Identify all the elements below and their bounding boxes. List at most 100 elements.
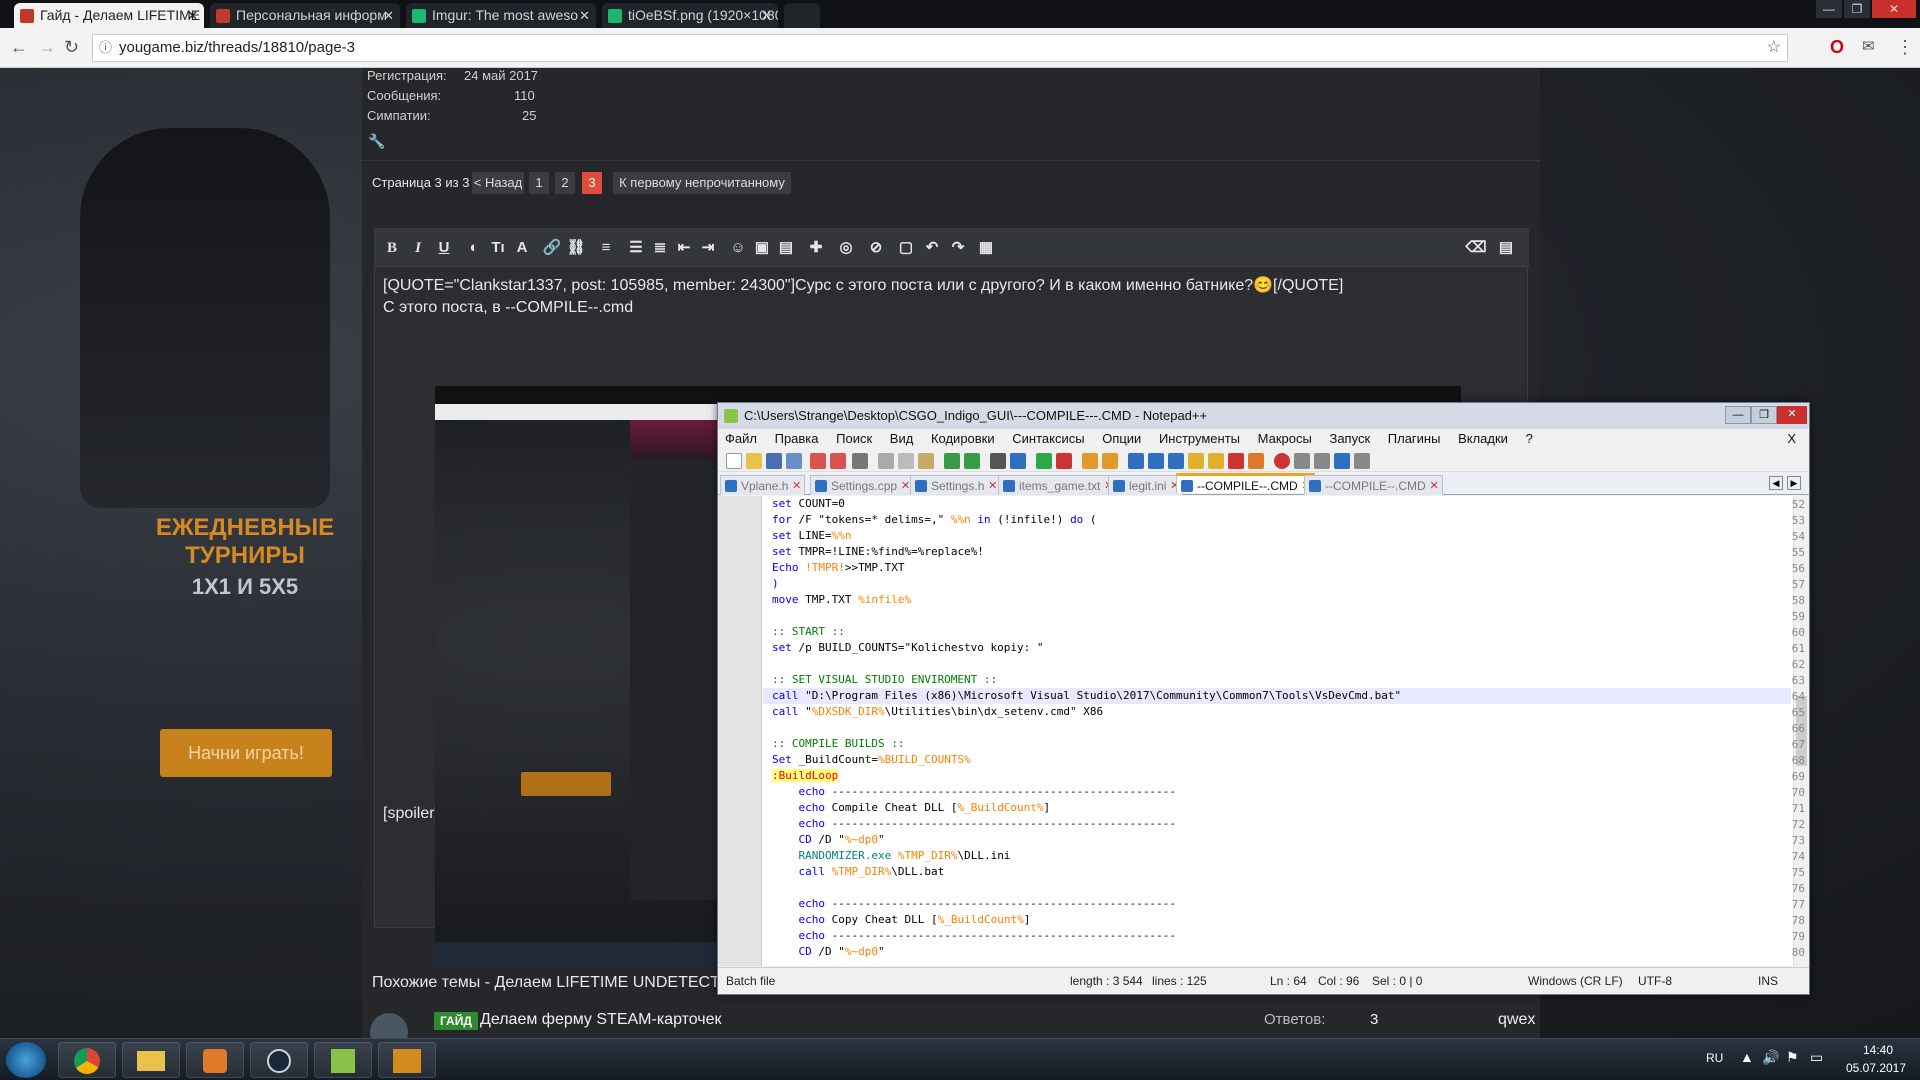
menu-file[interactable]: Файл (718, 429, 764, 449)
wrench-icon[interactable]: 🔧 (368, 133, 385, 150)
volume-icon[interactable]: 🔊 (1762, 1049, 1779, 1066)
record-macro-icon[interactable] (1274, 453, 1290, 469)
tray-arrow-icon[interactable]: ▲ (1740, 1049, 1754, 1065)
paste-icon[interactable] (918, 453, 934, 469)
maximize-icon[interactable]: ❐ (1751, 406, 1777, 424)
menu-macro[interactable]: Макросы (1251, 429, 1319, 449)
browser-tab-3[interactable]: Imgur: The most aweso ✕ (406, 3, 596, 28)
close-file-icon[interactable] (810, 453, 826, 469)
undo-icon[interactable]: ↶ (921, 237, 943, 259)
menu-run[interactable]: Запуск (1322, 429, 1377, 449)
zoom-out-icon[interactable] (1056, 453, 1072, 469)
save-icon[interactable] (766, 453, 782, 469)
redo-icon[interactable]: ↷ (947, 237, 969, 259)
notepadpp-taskbar-icon[interactable] (314, 1042, 372, 1078)
browser-tab-2[interactable]: Персональная информ ✕ (210, 3, 400, 28)
steam-taskbar-icon[interactable] (250, 1042, 308, 1078)
open-file-icon[interactable] (746, 453, 762, 469)
save-draft-icon[interactable]: ▢ (895, 237, 917, 259)
font-icon[interactable]: A (511, 237, 533, 259)
underline-icon[interactable]: U (433, 237, 455, 259)
menu-tools[interactable]: Инструменты (1152, 429, 1247, 449)
pagination-prev[interactable]: < Назад (472, 172, 524, 194)
cut-icon[interactable] (878, 453, 894, 469)
menu-edit[interactable]: Правка (768, 429, 826, 449)
forward-arrow-icon[interactable]: → (38, 37, 56, 58)
link-icon[interactable]: 🔗 (541, 237, 563, 259)
insert-icon[interactable]: ✚ (805, 237, 827, 259)
battery-icon[interactable]: ▭ (1810, 1049, 1823, 1066)
close-icon[interactable]: ✕ (383, 3, 394, 28)
smiley-icon[interactable]: ☺ (727, 237, 749, 259)
align-icon[interactable]: ≡ (595, 237, 617, 259)
file-tab-compile-2[interactable]: --COMPILE--.CMD ✕ (1304, 475, 1443, 495)
eraser-icon[interactable]: ⌫ (1465, 237, 1487, 259)
address-bar[interactable]: ⓘ yougame.biz/threads/18810/page-3 ☆ (92, 34, 1788, 62)
file-tab-compile-active[interactable]: --COMPILE--.CMD✕ (1176, 473, 1315, 493)
bullet-list-icon[interactable]: ☰ (625, 237, 647, 259)
maximize-icon[interactable]: ❐ (1844, 0, 1870, 18)
editor-spoiler-tag[interactable]: [spoiler] (383, 805, 439, 823)
bold-icon[interactable]: B (381, 237, 403, 259)
monitor-icon[interactable] (1248, 453, 1264, 469)
menu-language[interactable]: Синтаксисы (1005, 429, 1091, 449)
new-file-icon[interactable] (726, 453, 742, 469)
first-unread-button[interactable]: К первому непрочитанному (613, 172, 791, 194)
doc-map-icon[interactable] (1188, 453, 1204, 469)
file-tab-settings-cpp[interactable]: Settings.cpp ✕ (810, 475, 915, 496)
close-icon[interactable]: ✕ (792, 476, 801, 496)
menu-encoding[interactable]: Кодировки (924, 429, 1002, 449)
start-button[interactable] (6, 1042, 46, 1078)
run-macro-multiple-icon[interactable] (1334, 453, 1350, 469)
network-icon[interactable]: ⚑ (1786, 1049, 1799, 1066)
close-icon[interactable]: ✕ (579, 3, 590, 28)
function-list-icon[interactable] (1208, 453, 1224, 469)
browser-tab-4[interactable]: tiOeBSf.png (1920×1080 ✕ (602, 3, 778, 28)
csgo-taskbar-icon[interactable] (378, 1042, 436, 1078)
close-icon[interactable]: ✕ (901, 476, 910, 496)
color-icon[interactable]: ◐ (463, 237, 485, 259)
star-icon[interactable]: ☆ (1767, 35, 1781, 61)
menu-kebab-icon[interactable]: ⋮ (1896, 37, 1914, 58)
wrap-icon[interactable] (1128, 453, 1144, 469)
extension-icon[interactable]: ✉ (1862, 37, 1875, 55)
copy-icon[interactable] (898, 453, 914, 469)
clock-date[interactable]: 05.07.2017 (1838, 1061, 1914, 1075)
menu-help[interactable]: ? (1519, 429, 1540, 449)
close-window-icon[interactable]: ✕ (1872, 0, 1916, 18)
table-icon[interactable]: ▦ (975, 237, 997, 259)
indent-icon[interactable]: ⇥ (697, 237, 719, 259)
pagination-page-1[interactable]: 1 (529, 172, 549, 194)
reload-icon[interactable]: ↻ (64, 37, 79, 58)
thread-title-link[interactable]: Делаем ферму STEAM-карточек (480, 1011, 722, 1029)
close-icon[interactable]: ✕ (1429, 476, 1438, 496)
find-icon[interactable] (990, 453, 1006, 469)
language-indicator[interactable]: RU (1706, 1051, 1723, 1065)
undo-icon[interactable] (944, 453, 960, 469)
all-chars-icon[interactable] (1148, 453, 1164, 469)
minimize-icon[interactable]: — (1725, 406, 1751, 424)
pagination-page-2[interactable]: 2 (555, 172, 575, 194)
save-all-icon[interactable] (786, 453, 802, 469)
opera-icon[interactable]: O (1830, 37, 1844, 58)
browser-tab-1[interactable]: Гайд - Делаем LIFETIME ✕ (14, 3, 204, 28)
menu-view[interactable]: Вид (883, 429, 921, 449)
font-size-icon[interactable]: Tı (487, 237, 509, 259)
close-icon[interactable]: ✕ (761, 3, 772, 28)
clock-time[interactable]: 14:40 (1848, 1043, 1908, 1057)
menu-settings[interactable]: Опции (1095, 429, 1148, 449)
play-button[interactable]: Начни играть! (160, 729, 332, 777)
outdent-icon[interactable]: ⇤ (673, 237, 695, 259)
back-arrow-icon[interactable]: ← (10, 37, 28, 58)
menu-window[interactable]: Вкладки (1451, 429, 1515, 449)
code-editor[interactable]: 52 53 54 55 56 57 58 59 60 61 62 63 64 65 66 67 68 69 70 71… (718, 496, 1809, 966)
close-window-icon[interactable]: ✕ (1777, 406, 1807, 424)
stop-macro-icon[interactable] (1294, 453, 1310, 469)
close-all-icon[interactable] (830, 453, 846, 469)
file-tab-items-game[interactable]: items_game.txt✕ (998, 475, 1118, 495)
tab-scroll-left-icon[interactable]: ◀ (1769, 476, 1783, 490)
menu-search[interactable]: Поиск (829, 429, 879, 449)
image-icon[interactable]: ▣ (751, 237, 773, 259)
source-mode-icon[interactable]: ▤ (1495, 237, 1517, 259)
sync-v-icon[interactable] (1082, 453, 1098, 469)
